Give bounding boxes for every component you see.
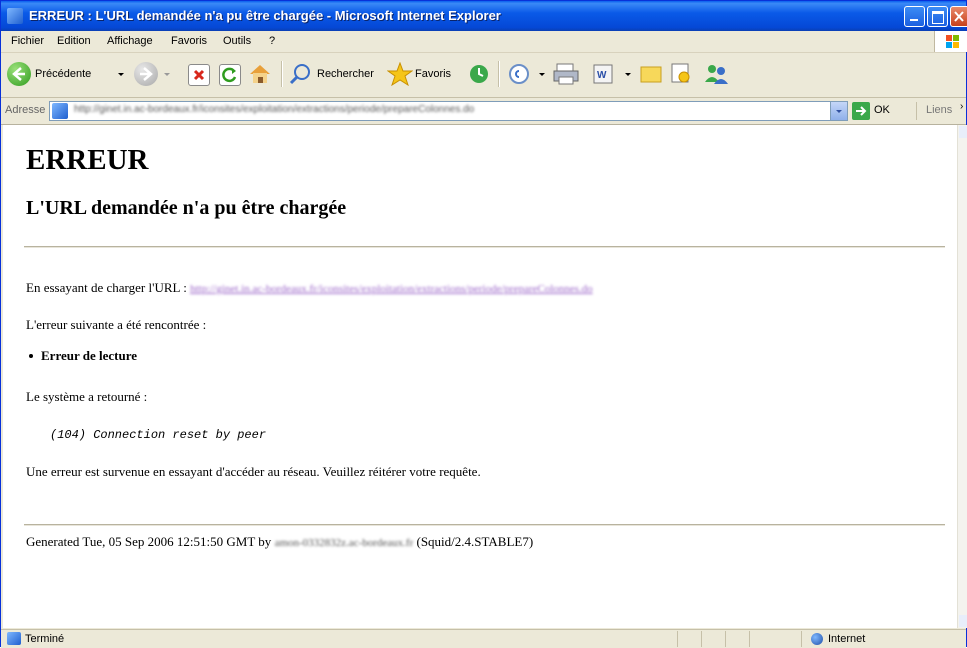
address-bar: Adresse http://ginet.in.ac-bordeaux.fr/i… xyxy=(1,98,966,125)
browser-window: ERREUR : L'URL demandée n'a pu être char… xyxy=(0,0,967,648)
history-icon[interactable] xyxy=(467,63,491,88)
page-done-icon xyxy=(7,632,21,645)
print-icon[interactable] xyxy=(553,62,579,89)
address-input[interactable]: http://ginet.in.ac-bordeaux.fr/iconsites… xyxy=(49,101,848,121)
trying-url-paragraph: En essayant de charger l'URL : http://gi… xyxy=(26,280,593,296)
standard-toolbar: Précédente Rechercher Favoris W xyxy=(1,53,966,98)
address-label: Adresse xyxy=(5,104,46,116)
menu-outils[interactable]: Outils xyxy=(223,35,251,47)
status-bar: Terminé Internet xyxy=(1,629,966,648)
status-divider xyxy=(749,631,750,647)
internet-globe-icon xyxy=(811,633,823,645)
error-item: Erreur de lecture xyxy=(41,348,138,363)
error-intro: L'erreur suivante a été rencontrée : xyxy=(26,317,207,332)
scroll-up-icon[interactable] xyxy=(959,126,967,138)
back-button-label[interactable]: Précédente xyxy=(35,68,91,80)
window-title: ERREUR : L'URL demandée n'a pu être char… xyxy=(29,8,501,23)
favorites-button-label[interactable]: Favoris xyxy=(415,68,451,80)
go-arrow-icon[interactable] xyxy=(852,102,870,120)
generated-host: amon-0332832z.ac-bordeaux.fr xyxy=(274,537,414,549)
favorites-star-icon[interactable] xyxy=(386,61,414,89)
status-divider xyxy=(725,631,726,647)
menu-help[interactable]: ? xyxy=(269,35,275,47)
address-url[interactable]: http://ginet.in.ac-bordeaux.fr/iconsites… xyxy=(74,104,474,115)
edit-dropdown-icon[interactable] xyxy=(625,73,631,76)
close-icon xyxy=(954,11,964,22)
trying-url-text: En essayant de charger l'URL : xyxy=(26,280,187,295)
back-dropdown-icon[interactable] xyxy=(118,73,124,76)
refresh-icon[interactable] xyxy=(219,64,241,86)
ie-page-icon xyxy=(7,8,23,24)
go-button-label[interactable]: OK xyxy=(874,104,890,116)
generated-prefix: Generated Tue, 05 Sep 2006 12:51:50 GMT … xyxy=(26,534,272,549)
mail-dropdown-icon[interactable] xyxy=(539,73,545,76)
vertical-scrollbar[interactable] xyxy=(957,125,967,628)
requested-url-link[interactable]: http://ginet.in.ac-bordeaux.fr/iconsites… xyxy=(190,283,593,295)
windows-logo-icon xyxy=(934,31,967,52)
scroll-down-icon[interactable] xyxy=(959,615,967,627)
footer-divider xyxy=(24,524,945,526)
title-bar[interactable]: ERREUR : L'URL demandée n'a pu être char… xyxy=(1,1,967,31)
page-subtitle: L'URL demandée n'a pu être chargée xyxy=(26,197,347,219)
links-label[interactable]: Liens xyxy=(926,104,952,116)
menu-edition[interactable]: Edition xyxy=(57,35,91,47)
close-button[interactable] xyxy=(950,6,967,27)
address-dropdown-icon[interactable] xyxy=(830,102,847,120)
discuss-folder-icon[interactable] xyxy=(640,64,662,87)
forward-dropdown-icon[interactable] xyxy=(164,73,170,76)
generated-suffix: (Squid/2.4.STABLE7) xyxy=(416,534,534,549)
status-text: Terminé xyxy=(25,633,65,645)
menu-fichier[interactable]: Fichier xyxy=(11,35,44,47)
status-divider xyxy=(677,631,678,647)
chevron-right-icon[interactable]: › xyxy=(960,101,963,112)
stop-icon[interactable] xyxy=(188,64,210,86)
divider xyxy=(24,246,945,248)
research-icon[interactable] xyxy=(669,62,693,89)
page-icon xyxy=(52,103,68,119)
search-button-label[interactable]: Rechercher xyxy=(317,68,374,80)
generated-footer: Generated Tue, 05 Sep 2006 12:51:50 GMT … xyxy=(26,534,533,550)
menu-favoris[interactable]: Favoris xyxy=(171,35,207,47)
page-title: ERREUR xyxy=(26,144,149,176)
word-edit-icon[interactable]: W xyxy=(593,64,613,87)
search-icon[interactable] xyxy=(289,63,313,88)
status-divider xyxy=(801,631,802,647)
address-separator xyxy=(916,102,917,120)
minimize-button[interactable] xyxy=(904,6,925,27)
mail-icon[interactable] xyxy=(507,63,535,88)
bullet-icon xyxy=(29,354,33,358)
toolbar-separator xyxy=(498,61,499,87)
system-message: (104) Connection reset by peer xyxy=(50,428,267,442)
network-error-message: Une erreur est survenue en essayant d'ac… xyxy=(26,464,481,479)
maximize-button[interactable] xyxy=(927,6,948,27)
page-content: ERREUR L'URL demandée n'a pu être chargé… xyxy=(3,125,957,628)
status-divider xyxy=(701,631,702,647)
svg-text:W: W xyxy=(597,70,607,81)
system-returned-label: Le système a retourné : xyxy=(26,389,148,404)
menu-affichage[interactable]: Affichage xyxy=(107,35,153,47)
forward-icon[interactable] xyxy=(134,62,158,86)
back-icon[interactable] xyxy=(7,62,31,86)
menu-bar: Fichier Edition Affichage Favoris Outils… xyxy=(1,31,966,53)
toolbar-separator xyxy=(281,61,282,87)
messenger-icon[interactable] xyxy=(703,62,729,89)
home-icon[interactable] xyxy=(248,63,272,88)
security-zone-label: Internet xyxy=(828,633,866,645)
